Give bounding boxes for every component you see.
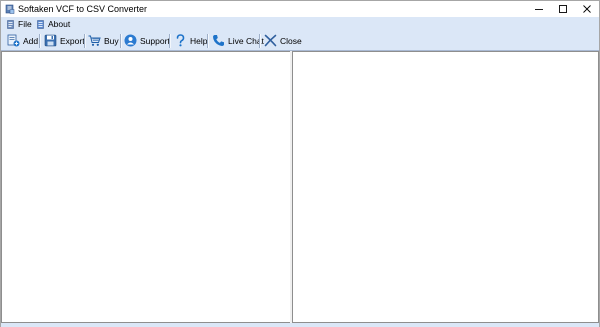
save-disk-icon [44,34,57,47]
close-label: Close [280,35,302,46]
add-button[interactable]: Add [7,31,38,50]
maximize-button[interactable] [551,1,575,17]
export-label: Export [60,35,85,46]
toolbar-divider [39,34,41,48]
menu-about-label: About [48,19,71,29]
help-button[interactable]: Help [174,31,207,50]
toolbar-divider [120,34,122,48]
about-menu-icon [37,19,45,29]
preview-pane[interactable] [292,51,599,323]
support-button[interactable]: Support [124,31,170,50]
app-window: Softaken VCF to CSV Converter File About… [0,0,600,327]
title-bar: Softaken VCF to CSV Converter [1,1,599,17]
menu-file[interactable]: File [7,17,32,31]
menu-about[interactable]: About [37,17,70,31]
phone-icon [212,34,225,47]
menu-file-label: File [18,19,32,29]
support-label: Support [140,35,170,46]
minimize-icon [535,9,543,10]
close-button[interactable]: Close [264,31,302,50]
toolbar-divider [259,34,261,48]
export-button[interactable]: Export [44,31,85,50]
toolbar-divider [169,34,171,48]
add-file-icon [7,34,20,47]
close-window-button[interactable] [575,1,599,17]
app-logo-icon [5,4,15,14]
toolbar: Add Export Buy Support Help Live Chat Cl… [1,31,599,51]
minimize-button[interactable] [527,1,551,17]
toolbar-divider [207,34,209,48]
window-title: Softaken VCF to CSV Converter [18,4,148,14]
add-label: Add [23,35,39,46]
maximize-icon [559,5,567,13]
help-label: Help [190,35,208,46]
shopping-cart-icon [88,34,101,47]
close-x-icon [264,34,277,47]
menu-bar: File About [1,17,599,31]
support-user-icon [124,34,137,47]
file-menu-icon [7,19,15,29]
close-icon [583,5,591,13]
folder-tree-pane[interactable] [1,51,291,323]
live-chat-button[interactable]: Live Chat [212,31,264,50]
question-mark-icon [174,34,187,47]
status-bar [1,323,599,327]
buy-button[interactable]: Buy [88,31,119,50]
toolbar-divider [84,34,86,48]
buy-label: Buy [104,35,119,46]
